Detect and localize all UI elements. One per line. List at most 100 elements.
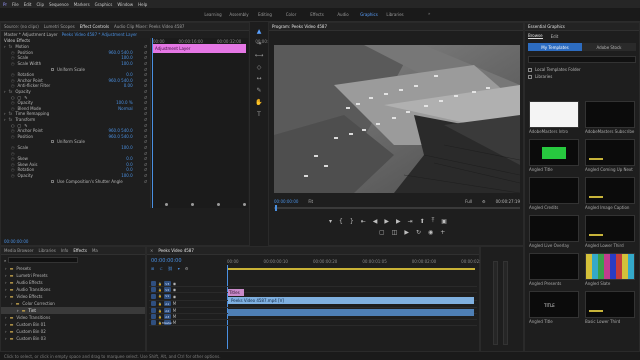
work-area-bar[interactable]: [227, 268, 475, 270]
disclosure-triangle-icon[interactable]: ›: [5, 280, 7, 285]
razor-tool-icon[interactable]: ◇: [255, 63, 263, 71]
reset-icon[interactable]: ↺: [144, 111, 147, 116]
go-to-out-icon[interactable]: ⇥: [408, 218, 413, 225]
template-tile[interactable]: Angled Credits: [529, 177, 579, 210]
checkbox[interactable]: [51, 67, 54, 71]
checkbox[interactable]: [51, 179, 54, 183]
property-value[interactable]: 100.0: [121, 61, 132, 66]
workspace-learning[interactable]: Learning: [200, 12, 226, 17]
keyframe-icon[interactable]: [165, 203, 168, 206]
checkbox[interactable]: [51, 140, 54, 144]
pen-mask-icon[interactable]: ✎: [24, 95, 27, 100]
program-title[interactable]: Program: Peeks Video 4587: [272, 24, 327, 29]
property-value[interactable]: 0.00: [124, 83, 133, 88]
disclosure-triangle-icon[interactable]: ›: [11, 301, 13, 306]
disclosure-triangle-icon[interactable]: ›: [5, 266, 7, 271]
lock-icon[interactable]: 🔒: [158, 288, 162, 292]
template-tile[interactable]: Angled Presents: [529, 253, 579, 286]
reset-icon[interactable]: ↺: [144, 95, 147, 100]
tab-browse[interactable]: Browse: [528, 33, 543, 39]
stopwatch-icon[interactable]: ◷: [11, 78, 15, 83]
effects-tree-item[interactable]: › ▬ Audio Effects: [1, 279, 145, 286]
track-target[interactable]: Master: [162, 320, 172, 325]
effect-controls-timecode[interactable]: 00:00:00:00: [4, 239, 28, 244]
tab-effects[interactable]: Effects: [73, 248, 87, 253]
stopwatch-icon[interactable]: ◷: [11, 106, 15, 111]
fx-badge-icon[interactable]: fx: [9, 111, 13, 116]
stopwatch-icon[interactable]: ◷: [11, 162, 15, 167]
effects-tree-item[interactable]: › ▬ Video Effects: [1, 293, 145, 300]
safe-margins-icon[interactable]: ▢: [379, 229, 385, 236]
workspace-assembly[interactable]: Assembly: [226, 12, 252, 17]
disclosure-triangle-icon[interactable]: ›: [5, 336, 7, 341]
track-source-patch[interactable]: [151, 293, 156, 299]
master-clip-label[interactable]: Master * Adjustment Layer: [4, 32, 58, 37]
reset-icon[interactable]: ↺: [144, 123, 147, 128]
linked-icon[interactable]: ⛓: [168, 266, 173, 271]
track-target[interactable]: A1: [163, 301, 171, 307]
sequence-clip-label[interactable]: Peeks Video 4587 * Adjustment Layer: [62, 32, 137, 37]
hand-tool-icon[interactable]: ✋: [255, 99, 263, 107]
property-value[interactable]: 100.0: [121, 145, 132, 150]
reset-icon[interactable]: ↺: [144, 44, 147, 49]
lock-icon[interactable]: 🔒: [158, 302, 162, 306]
effects-tree-item[interactable]: › ▬ Custom Bin 01: [1, 321, 145, 328]
effect-property-row[interactable]: Use Composition's Shutter Angle ↺: [1, 178, 149, 184]
property-value[interactable]: Normal: [118, 106, 132, 111]
local-templates-checkbox[interactable]: [528, 67, 532, 72]
slip-tool-icon[interactable]: ↔: [255, 75, 263, 83]
workspace-color[interactable]: Color: [278, 12, 304, 17]
reset-icon[interactable]: ↺: [144, 78, 147, 83]
template-thumbnail[interactable]: TITLE: [529, 291, 579, 318]
menu-file[interactable]: File: [12, 2, 19, 7]
menu-edit[interactable]: Edit: [24, 2, 32, 7]
reset-icon[interactable]: ↺: [144, 72, 147, 77]
stopwatch-icon[interactable]: ◷: [11, 167, 15, 172]
property-value[interactable]: 100.0 %: [116, 100, 133, 105]
reset-icon[interactable]: ↺: [144, 50, 147, 55]
track-source-patch[interactable]: [151, 301, 156, 307]
selection-tool-icon[interactable]: ▲: [255, 28, 263, 36]
stopwatch-icon[interactable]: ◷: [11, 83, 15, 88]
eg-search-input[interactable]: [528, 56, 636, 63]
clip-audio-a1[interactable]: [228, 309, 474, 316]
property-value[interactable]: 960.0 540.0: [108, 128, 132, 133]
reset-icon[interactable]: ↺: [144, 128, 147, 133]
property-value[interactable]: 100.0: [121, 173, 132, 178]
fx-badge-icon[interactable]: fx: [9, 44, 13, 49]
menu-graphics[interactable]: Graphics: [95, 2, 113, 7]
disclosure-triangle-icon[interactable]: ›: [5, 322, 7, 327]
mark-out-icon[interactable]: }: [350, 218, 354, 225]
stopwatch-icon[interactable]: ◷: [11, 72, 15, 77]
timeline-ruler[interactable]: 00:00 00:00:00:10 00:00:00:20 00:00:01:0…: [227, 259, 486, 264]
mark-in-icon[interactable]: {: [339, 218, 343, 225]
template-thumbnail[interactable]: [585, 253, 635, 280]
lock-icon[interactable]: 🔒: [158, 315, 162, 319]
template-thumbnail[interactable]: [585, 139, 635, 166]
workspace-graphics[interactable]: Graphics: [356, 12, 382, 17]
ellipse-mask-icon[interactable]: ○: [11, 95, 15, 100]
extract-icon[interactable]: ⤒: [432, 217, 435, 225]
tab-effect-controls[interactable]: Effect Controls: [80, 24, 109, 29]
play-around-icon[interactable]: ▶: [404, 229, 409, 236]
workspace-libraries[interactable]: Libraries: [382, 12, 408, 17]
fit-dropdown[interactable]: Fit: [308, 199, 313, 204]
disclosure-triangle-icon[interactable]: ›: [5, 287, 7, 292]
reset-icon[interactable]: ↺: [144, 106, 147, 111]
stopwatch-icon[interactable]: ◷: [11, 100, 15, 105]
reset-icon[interactable]: ↺: [144, 139, 147, 144]
disclosure-triangle-icon[interactable]: ›: [5, 329, 7, 334]
my-templates-button[interactable]: My Templates: [528, 43, 582, 51]
template-thumbnail[interactable]: [529, 139, 579, 166]
menu-markers[interactable]: Markers: [74, 2, 90, 7]
template-tile[interactable]: AdobeMasters Subscribe: [585, 101, 635, 134]
reset-icon[interactable]: ↺: [144, 156, 147, 161]
tab-lumetri-scopes[interactable]: Lumetri Scopes: [44, 24, 75, 29]
track-target[interactable]: V2: [163, 287, 171, 292]
stopwatch-icon[interactable]: ◷: [11, 128, 15, 133]
menu-window[interactable]: Window: [117, 2, 133, 7]
template-thumbnail[interactable]: [585, 177, 635, 204]
libraries-checkbox[interactable]: [528, 74, 532, 79]
effects-tree-item[interactable]: › ▬ Tint: [1, 307, 145, 314]
property-value[interactable]: 0.0: [126, 167, 132, 172]
